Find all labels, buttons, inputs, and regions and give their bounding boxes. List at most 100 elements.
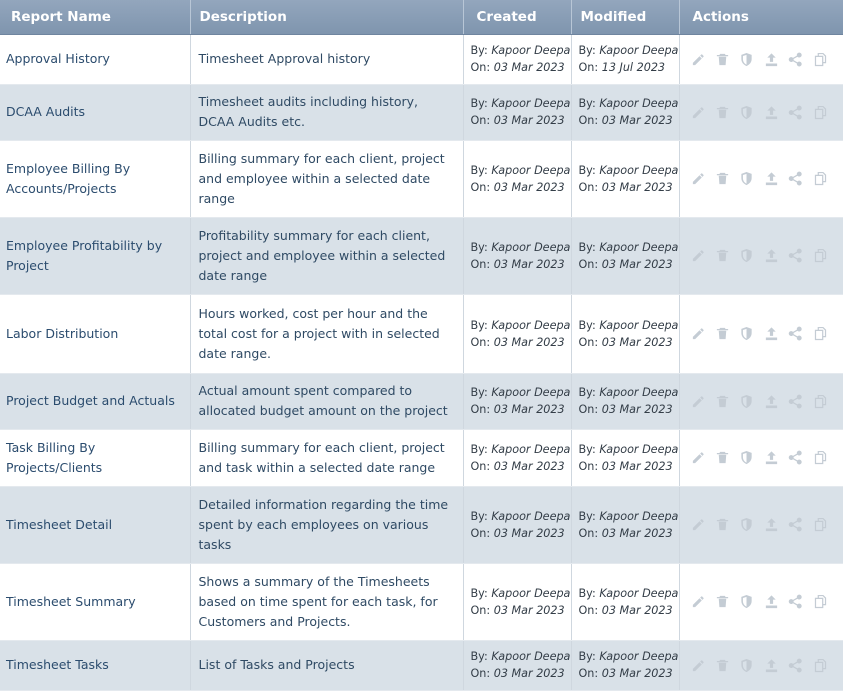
share-icon[interactable]: [788, 656, 812, 674]
report-name-cell[interactable]: Employee Billing By Accounts/Projects: [0, 140, 191, 218]
report-name[interactable]: Employee Profitability by Project: [6, 238, 162, 273]
shield-icon[interactable]: [739, 449, 763, 467]
share-icon[interactable]: [788, 392, 812, 410]
shield-icon[interactable]: [739, 50, 763, 68]
report-name-cell[interactable]: Approval History: [0, 34, 191, 85]
report-name-cell[interactable]: Task Billing By Projects/Clients: [0, 429, 191, 487]
trash-icon[interactable]: [715, 170, 739, 188]
table-row[interactable]: Task Billing By Projects/Clients Billing…: [0, 429, 843, 487]
shield-icon[interactable]: [739, 656, 763, 674]
by-label: By:: [470, 442, 488, 456]
trash-icon[interactable]: [715, 593, 739, 611]
shield-icon[interactable]: [739, 103, 763, 121]
upload-icon[interactable]: [764, 392, 788, 410]
report-name[interactable]: Employee Billing By Accounts/Projects: [6, 161, 130, 196]
copy-icon[interactable]: [813, 170, 837, 188]
upload-icon[interactable]: [764, 247, 788, 265]
edit-icon[interactable]: [691, 247, 715, 265]
column-header-report-name[interactable]: Report Name: [0, 0, 191, 35]
shield-icon[interactable]: [739, 247, 763, 265]
copy-icon[interactable]: [813, 656, 837, 674]
share-icon[interactable]: [788, 170, 812, 188]
shield-icon[interactable]: [739, 516, 763, 534]
upload-icon[interactable]: [764, 170, 788, 188]
report-name[interactable]: Timesheet Tasks: [6, 657, 109, 672]
table-row[interactable]: Labor Distribution Hours worked, cost pe…: [0, 294, 843, 374]
shield-icon[interactable]: [739, 325, 763, 343]
report-name-cell[interactable]: Timesheet Summary: [0, 563, 191, 641]
edit-icon[interactable]: [691, 325, 715, 343]
table-row[interactable]: Approval History Timesheet Approval hist…: [0, 34, 843, 85]
report-name[interactable]: Task Billing By Projects/Clients: [6, 440, 102, 475]
upload-icon[interactable]: [764, 325, 788, 343]
report-name[interactable]: DCAA Audits: [6, 104, 85, 119]
trash-icon[interactable]: [715, 247, 739, 265]
copy-icon[interactable]: [813, 516, 837, 534]
modified-on: On: 03 Mar 2023: [579, 179, 673, 196]
share-icon[interactable]: [788, 50, 812, 68]
upload-icon[interactable]: [764, 449, 788, 467]
report-name-cell[interactable]: Labor Distribution: [0, 294, 191, 374]
shield-icon[interactable]: [739, 392, 763, 410]
edit-icon[interactable]: [691, 392, 715, 410]
table-row[interactable]: Timesheet Summary Shows a summary of the…: [0, 563, 843, 641]
table-row[interactable]: DCAA Audits Timesheet audits including h…: [0, 84, 843, 141]
description-cell: Timesheet Approval history: [190, 34, 464, 85]
share-icon[interactable]: [788, 593, 812, 611]
edit-icon[interactable]: [691, 170, 715, 188]
upload-icon[interactable]: [764, 656, 788, 674]
edit-icon[interactable]: [691, 593, 715, 611]
copy-icon[interactable]: [813, 392, 837, 410]
edit-icon[interactable]: [691, 449, 715, 467]
report-name[interactable]: Timesheet Summary: [6, 594, 136, 609]
report-name-cell[interactable]: Employee Profitability by Project: [0, 217, 191, 295]
trash-icon[interactable]: [715, 392, 739, 410]
report-name-cell[interactable]: Timesheet Tasks: [0, 640, 191, 691]
copy-icon[interactable]: [813, 325, 837, 343]
trash-icon[interactable]: [715, 656, 739, 674]
column-header-description[interactable]: Description: [190, 0, 464, 35]
edit-icon[interactable]: [691, 516, 715, 534]
shield-icon[interactable]: [739, 593, 763, 611]
table-row[interactable]: Timesheet Detail Detailed information re…: [0, 486, 843, 564]
report-name[interactable]: Timesheet Detail: [6, 517, 112, 532]
copy-icon[interactable]: [813, 247, 837, 265]
share-icon[interactable]: [788, 247, 812, 265]
trash-icon[interactable]: [715, 325, 739, 343]
trash-icon[interactable]: [715, 449, 739, 467]
table-row[interactable]: Timesheet Tasks List of Tasks and Projec…: [0, 640, 843, 691]
upload-icon[interactable]: [764, 593, 788, 611]
edit-icon[interactable]: [691, 103, 715, 121]
upload-icon[interactable]: [764, 103, 788, 121]
column-header-modified[interactable]: Modified: [571, 0, 680, 35]
report-name[interactable]: Labor Distribution: [6, 326, 118, 341]
copy-icon[interactable]: [813, 50, 837, 68]
report-name[interactable]: Project Budget and Actuals: [6, 393, 175, 408]
trash-icon[interactable]: [715, 103, 739, 121]
report-name-cell[interactable]: Timesheet Detail: [0, 486, 191, 564]
table-row[interactable]: Employee Billing By Accounts/Projects Bi…: [0, 140, 843, 218]
share-icon[interactable]: [788, 103, 812, 121]
created-cell: By: Kapoor Deepa On: 03 Mar 2023: [463, 140, 572, 218]
copy-icon[interactable]: [813, 449, 837, 467]
column-header-created[interactable]: Created: [463, 0, 572, 35]
share-icon[interactable]: [788, 516, 812, 534]
table-row[interactable]: Project Budget and Actuals Actual amount…: [0, 373, 843, 430]
report-name[interactable]: Approval History: [6, 51, 110, 66]
share-icon[interactable]: [788, 449, 812, 467]
share-icon[interactable]: [788, 325, 812, 343]
report-name-cell[interactable]: DCAA Audits: [0, 84, 191, 141]
upload-icon[interactable]: [764, 516, 788, 534]
shield-icon[interactable]: [739, 170, 763, 188]
trash-icon[interactable]: [715, 50, 739, 68]
table-row[interactable]: Employee Profitability by Project Profit…: [0, 217, 843, 295]
edit-icon[interactable]: [691, 50, 715, 68]
trash-icon[interactable]: [715, 516, 739, 534]
edit-icon[interactable]: [691, 656, 715, 674]
copy-icon[interactable]: [813, 593, 837, 611]
description-cell: Profitability summary for each client, p…: [190, 217, 464, 295]
by-label: By:: [578, 97, 596, 110]
upload-icon[interactable]: [764, 50, 788, 68]
report-name-cell[interactable]: Project Budget and Actuals: [0, 373, 191, 430]
copy-icon[interactable]: [813, 103, 837, 121]
